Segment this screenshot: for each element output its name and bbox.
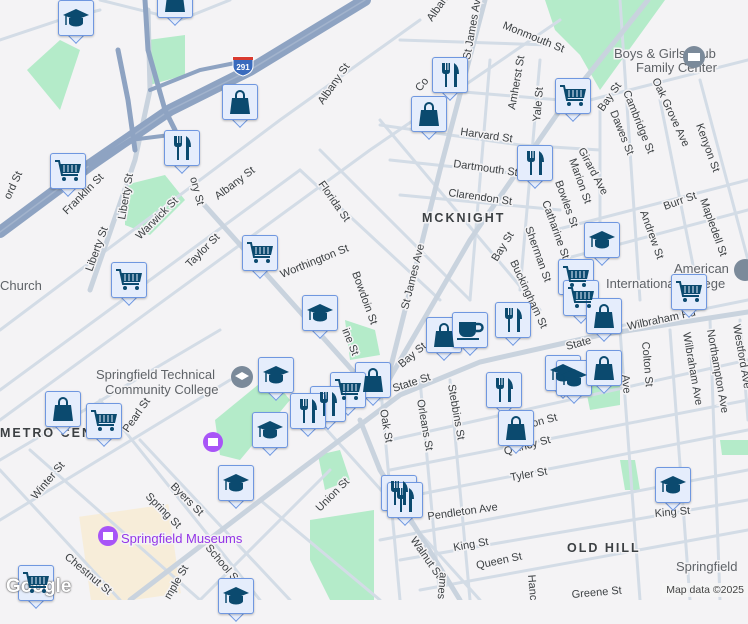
shopping-icon [586,350,622,386]
restaurant-icon [164,130,200,166]
shopping-icon [498,410,534,446]
boys-girls-club-icon [683,46,705,68]
education-icon [252,412,288,448]
grocery-icon [111,262,147,298]
shopping-icon [222,84,258,120]
education-marker[interactable] [302,295,340,341]
education-marker[interactable] [655,467,693,513]
map-data-attribution[interactable]: Map data ©2025 [662,583,748,597]
shopping-marker[interactable] [222,84,260,130]
shopping-marker[interactable] [586,350,624,396]
restaurant-icon [432,57,468,93]
museum-icon [203,432,223,452]
education-marker[interactable] [218,465,256,511]
restaurant-marker[interactable] [517,145,555,191]
restaurant-marker[interactable] [164,130,202,176]
restaurant-marker[interactable] [495,302,533,348]
college-icon [231,366,253,388]
grocery-marker[interactable] [86,403,124,449]
restaurant-icon [486,372,522,408]
grocery-marker[interactable] [671,274,709,320]
grocery-icon [86,403,122,439]
education-icon [218,465,254,501]
shopping-icon [586,298,622,334]
svg-text:Family Center: Family Center [636,60,718,75]
shopping-icon [411,96,447,132]
svg-text:Springfield Technical: Springfield Technical [96,367,215,382]
shopping-icon [157,0,193,18]
education-icon [58,0,94,36]
shopping-marker[interactable] [157,0,195,28]
svg-text:Springfield: Springfield [676,559,737,574]
svg-text:MCKNIGHT: MCKNIGHT [422,211,505,225]
education-icon [258,357,294,393]
grocery-marker[interactable] [111,262,149,308]
education-icon [655,467,691,503]
svg-text:Springfield Museums: Springfield Museums [121,531,243,546]
restaurant-icon [517,145,553,181]
grocery-marker[interactable] [555,78,593,124]
springfield-museums-icon [98,526,118,546]
svg-text:OLD HILL: OLD HILL [567,541,641,555]
grocery-icon [671,274,707,310]
shopping-marker[interactable] [586,298,624,344]
education-icon [584,222,620,258]
cafe-marker[interactable] [452,312,490,358]
svg-text:Hanc: Hanc [525,574,539,600]
grocery-icon [555,78,591,114]
education-marker[interactable] [218,578,256,624]
grocery-marker[interactable] [50,153,88,199]
cafe-icon [452,312,488,348]
grocery-icon [242,235,278,271]
education-marker[interactable] [58,0,96,46]
svg-text:291: 291 [236,63,250,72]
education-icon [302,295,338,331]
shopping-marker[interactable] [498,410,536,456]
education-icon [218,578,254,614]
grocery-icon [18,565,54,601]
svg-text:Community College: Community College [105,382,218,397]
shopping-icon [45,391,81,427]
grocery-marker[interactable] [242,235,280,281]
restaurant-icon [495,302,531,338]
shopping-marker[interactable] [45,391,83,437]
grocery-icon [50,153,86,189]
svg-text:Church: Church [0,278,42,293]
shopping-marker[interactable] [411,96,449,142]
education-marker[interactable] [252,412,290,458]
